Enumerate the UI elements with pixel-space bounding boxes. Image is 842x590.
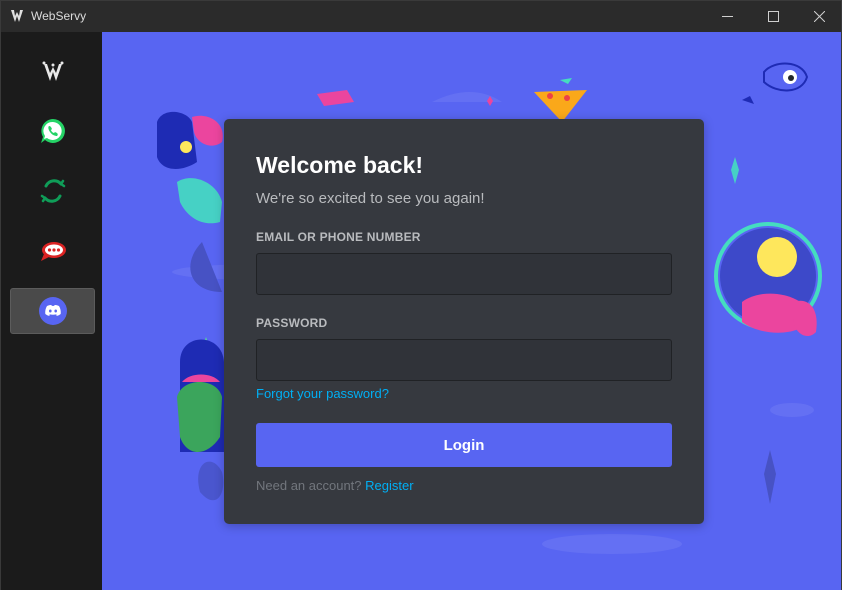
service-sidebar: [1, 32, 102, 590]
app-window: WebServy Welcome back! We're so excited …: [0, 0, 842, 590]
email-label: EMAIL OR PHONE NUMBER: [256, 230, 421, 244]
register-prompt: Need an account? Register: [256, 478, 414, 493]
maximize-icon: [767, 11, 779, 22]
webservy-logo-icon: [11, 10, 23, 22]
maximize-button[interactable]: [750, 1, 796, 32]
close-button[interactable]: [796, 1, 842, 32]
window-title: WebServy: [31, 9, 87, 23]
sidebar-item-hangouts[interactable]: [10, 168, 95, 214]
forgot-password-link[interactable]: Forgot your password?: [256, 386, 389, 401]
sidebar-item-rocketchat[interactable]: [10, 228, 95, 274]
login-button[interactable]: Login: [256, 423, 672, 467]
sidebar-item-whatsapp[interactable]: [10, 108, 95, 154]
discord-icon: [38, 297, 67, 325]
discord-login-screen: Welcome back! We're so excited to see yo…: [102, 32, 841, 590]
register-link[interactable]: Register: [365, 478, 413, 493]
minimize-button[interactable]: [704, 1, 750, 32]
rocketchat-icon: [40, 242, 66, 261]
password-label: PASSWORD: [256, 316, 328, 330]
minimize-icon: [721, 16, 733, 17]
need-account-text: Need an account?: [256, 478, 362, 493]
sidebar-item-webservy[interactable]: [10, 48, 95, 94]
welcome-subtitle: We're so excited to see you again!: [256, 190, 485, 207]
whatsapp-icon: [40, 119, 65, 143]
email-field[interactable]: [256, 253, 672, 295]
password-field[interactable]: [256, 339, 672, 381]
welcome-heading: Welcome back!: [256, 152, 424, 178]
webservy-logo-icon: [42, 61, 63, 81]
login-card: Welcome back! We're so excited to see yo…: [224, 119, 704, 524]
title-bar: WebServy: [1, 1, 841, 32]
close-icon: [813, 11, 825, 22]
hangouts-icon: [40, 179, 65, 203]
sidebar-item-discord[interactable]: [10, 288, 95, 334]
